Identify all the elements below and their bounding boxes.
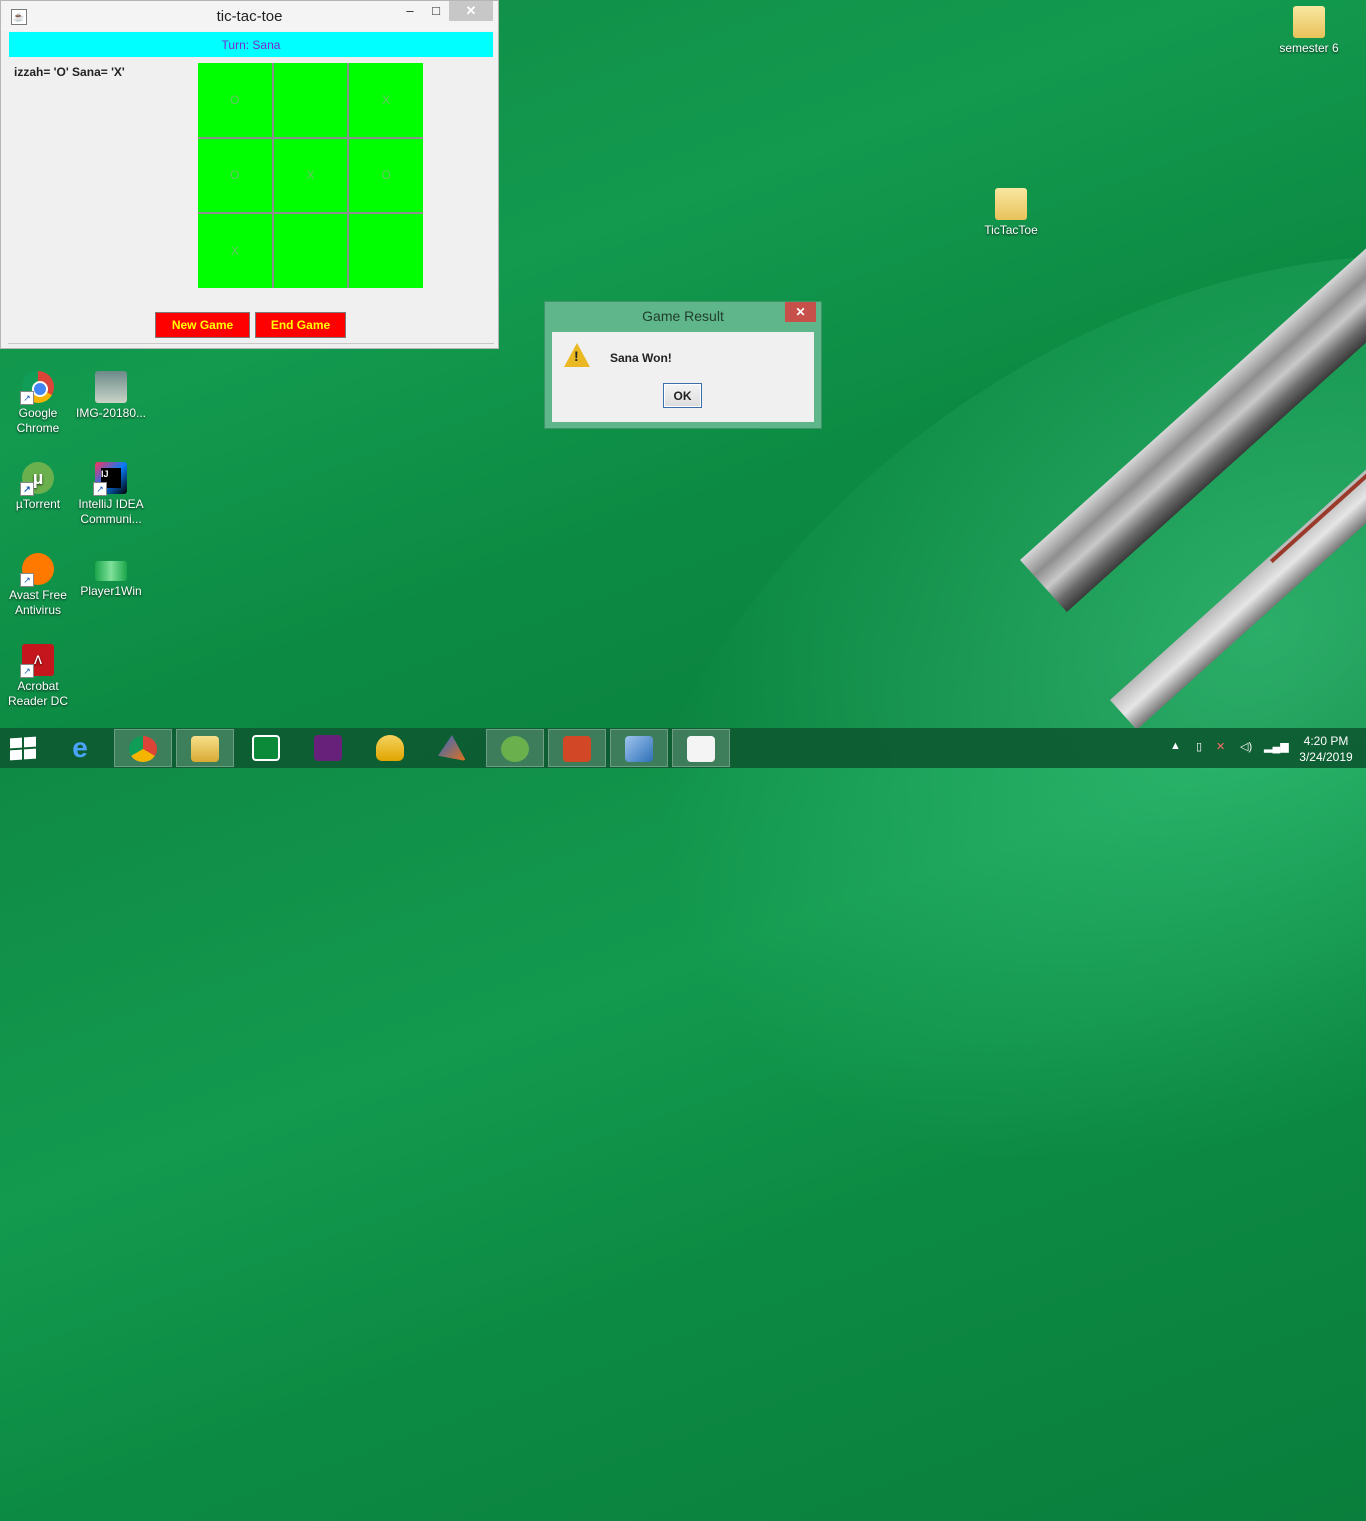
board-cell[interactable] (273, 63, 348, 137)
shortcut-arrow-icon: ↗ (20, 482, 34, 496)
taskbar-java[interactable] (672, 729, 730, 767)
dialog-title: Game Result (642, 308, 724, 324)
warning-icon: ! (564, 343, 590, 367)
game-result-dialog: Game Result ✕ ! Sana Won! OK (544, 301, 822, 429)
tic-tac-toe-window: ☕ tic-tac-toe – □ ✕ Turn: Sana izzah= 'O… (0, 0, 499, 349)
board-cell[interactable]: O (198, 63, 272, 137)
windows-start-icon[interactable] (10, 736, 38, 761)
internet-explorer-icon: e (72, 732, 88, 763)
shortcut-arrow-icon: ↗ (93, 482, 107, 496)
desktop-icon-player1win[interactable]: Player1Win (73, 553, 149, 599)
folder-icon (1293, 6, 1325, 38)
window-titlebar[interactable]: ☕ tic-tac-toe – □ ✕ (1, 1, 498, 31)
board-cell[interactable] (349, 214, 423, 288)
board-cell[interactable]: O (349, 138, 423, 213)
desktop-icon-tictactoe[interactable]: TicTacToe (973, 188, 1049, 238)
intellij-icon: IJ ↗ (93, 462, 127, 496)
show-hidden-icons-chevron-icon[interactable]: ▲ (1170, 740, 1181, 752)
board-cell[interactable]: O (198, 138, 272, 213)
desktop-icon-image[interactable]: IMG-20180... (73, 371, 149, 421)
desktop-icon-google-chrome[interactable]: ↗ Google Chrome (0, 371, 76, 436)
volume-icon[interactable]: ◁) (1240, 740, 1252, 753)
taskbar-store[interactable] (238, 729, 296, 767)
taskbar-virtualbox[interactable] (610, 729, 668, 767)
players-label: izzah= 'O' Sana= 'X' (14, 65, 125, 79)
taskbar-powerpoint[interactable] (548, 729, 606, 767)
taskbar-chrome[interactable] (114, 729, 172, 767)
store-icon (252, 735, 280, 761)
window-divider (8, 343, 494, 344)
avast-icon: ↗ (20, 553, 54, 587)
shortcut-arrow-icon: ↗ (20, 573, 34, 587)
taskbar-file-explorer[interactable] (176, 729, 234, 767)
clock-date: 3/24/2019 (1299, 750, 1353, 764)
taskbar: e ▲ ▯ ✕ ◁) ▂▄▆ 4:20 PM 3/24/2019 (0, 728, 1366, 768)
end-game-button[interactable]: End Game (255, 312, 346, 338)
battery-icon[interactable]: ▯ (1196, 740, 1202, 753)
dialog-message: Sana Won! (610, 351, 672, 365)
acrobat-icon: ᴧ ↗ (20, 644, 54, 678)
powerpoint-icon (563, 736, 591, 762)
turn-indicator: Turn: Sana (9, 32, 493, 57)
desktop-icon-utorrent[interactable]: µ ↗ µTorrent (0, 462, 76, 512)
utorrent-icon (501, 736, 529, 762)
chrome-icon: ↗ (20, 371, 54, 405)
board-cell[interactable] (273, 214, 348, 288)
game-board: O X O X O X (198, 63, 423, 288)
db-tools-icon (376, 735, 404, 761)
image-icon (95, 371, 127, 403)
close-button[interactable]: ✕ (449, 1, 493, 21)
file-explorer-icon (191, 736, 219, 762)
chrome-icon (129, 736, 157, 762)
utorrent-icon: µ ↗ (20, 462, 54, 496)
desktop-icon-avast[interactable]: ↗ Avast Free Antivirus (0, 553, 76, 618)
signal-icon[interactable]: ▂▄▆ (1264, 740, 1289, 753)
dialog-close-button[interactable]: ✕ (785, 302, 816, 322)
board-cell[interactable]: X (349, 63, 423, 137)
visual-studio-icon (314, 735, 342, 761)
new-game-button[interactable]: New Game (155, 312, 250, 338)
system-clock[interactable]: 4:20 PM 3/24/2019 (1296, 733, 1356, 765)
wallpaper-highlight (419, 38, 1366, 1521)
shortcut-arrow-icon: ↗ (20, 391, 34, 405)
folder-icon (995, 188, 1027, 220)
taskbar-matlab[interactable] (424, 729, 482, 767)
clock-time: 4:20 PM (1303, 734, 1349, 748)
desktop-icon-intellij[interactable]: IJ ↗ IntelliJ IDEA Communi... (73, 462, 149, 527)
taskbar-db-tools[interactable] (362, 729, 420, 767)
ok-button[interactable]: OK (663, 383, 702, 408)
java-icon (687, 736, 715, 762)
matlab-icon (438, 735, 466, 761)
dialog-body: ! Sana Won! OK (552, 332, 814, 422)
virtualbox-icon (625, 736, 653, 762)
shortcut-arrow-icon: ↗ (20, 664, 34, 678)
taskbar-internet-explorer[interactable]: e (52, 729, 110, 767)
desktop-icon-acrobat[interactable]: ᴧ ↗ Acrobat Reader DC (0, 644, 76, 709)
image-icon (95, 561, 127, 581)
desktop-icon-semester-6[interactable]: semester 6 (1271, 6, 1347, 56)
taskbar-utorrent[interactable] (486, 729, 544, 767)
board-cell[interactable]: X (273, 138, 348, 213)
board-cell[interactable]: X (198, 214, 272, 288)
maximize-button[interactable]: □ (421, 1, 451, 21)
network-error-icon[interactable]: ✕ (1216, 740, 1225, 753)
taskbar-visual-studio[interactable] (300, 729, 358, 767)
